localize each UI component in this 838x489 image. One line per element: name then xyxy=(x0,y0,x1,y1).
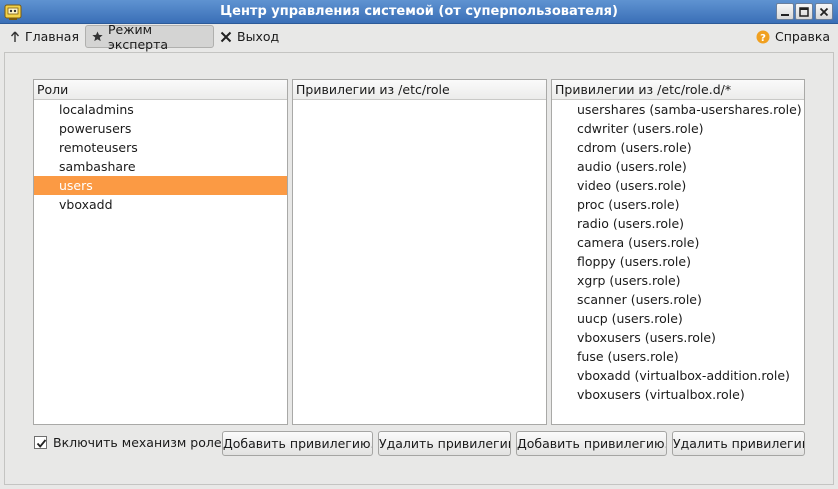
list-item[interactable]: sambashare xyxy=(34,157,287,176)
maximize-button[interactable] xyxy=(795,3,813,20)
list-item[interactable]: cdrom (users.role) xyxy=(552,138,804,157)
home-label: Главная xyxy=(25,29,79,44)
list-item[interactable]: floppy (users.role) xyxy=(552,252,804,271)
list-item[interactable]: vboxusers (virtualbox.role) xyxy=(552,385,804,404)
enable-roles-label: Включить механизм ролей xyxy=(53,435,230,450)
list-item[interactable]: audio (users.role) xyxy=(552,157,804,176)
role-d-list: usershares (samba-usershares.role) cdwrit… xyxy=(552,100,804,404)
star-icon xyxy=(92,31,103,42)
window-title: Центр управления системой (от суперпольз… xyxy=(220,4,618,19)
exit-button[interactable]: Выход xyxy=(214,25,285,48)
list-item[interactable]: radio (users.role) xyxy=(552,214,804,233)
close-x-icon xyxy=(220,31,232,42)
svg-text:?: ? xyxy=(760,33,766,44)
list-item[interactable]: camera (users.role) xyxy=(552,233,804,252)
remove-privilege-button-1[interactable]: Удалить привилегию xyxy=(378,431,511,456)
help-button[interactable]: ? Справка xyxy=(750,25,836,48)
home-button[interactable]: Главная xyxy=(4,25,85,48)
list-item[interactable]: vboxadd xyxy=(34,195,287,214)
list-item[interactable]: fuse (users.role) xyxy=(552,347,804,366)
list-item[interactable]: video (users.role) xyxy=(552,176,804,195)
list-item[interactable]: vboxadd (virtualbox-addition.role) xyxy=(552,366,804,385)
help-label: Справка xyxy=(775,29,831,44)
add-privilege-button-1[interactable]: Добавить привилегию... xyxy=(222,431,373,456)
role-d-header[interactable]: Привилегии из /etc/role.d/* xyxy=(552,80,804,100)
expert-mode-button[interactable]: Режим эксперта xyxy=(85,22,214,52)
list-item[interactable]: vboxusers (users.role) xyxy=(552,328,804,347)
expert-mode-label: Режим эксперта xyxy=(108,21,169,52)
list-item[interactable]: usershares (samba-usershares.role) xyxy=(552,100,804,119)
etc-role-panel: Привилегии из /etc/role xyxy=(292,79,547,425)
enable-roles-checkbox[interactable] xyxy=(34,436,47,449)
list-item[interactable]: uucp (users.role) xyxy=(552,309,804,328)
etc-role-header[interactable]: Привилегии из /etc/role xyxy=(293,80,546,100)
list-item[interactable]: remoteusers xyxy=(34,138,287,157)
remove-privilege-button-2[interactable]: Удалить привилегию xyxy=(672,431,805,456)
roles-list: localadmins powerusers remoteusers sambasha… xyxy=(34,100,287,214)
list-item[interactable]: localadmins xyxy=(34,100,287,119)
maximize-icon xyxy=(799,7,809,17)
add-privilege-button-2[interactable]: Добавить привилегию... xyxy=(516,431,667,456)
arrow-up-icon xyxy=(10,31,20,42)
minimize-button[interactable] xyxy=(776,3,794,20)
close-icon xyxy=(819,7,829,17)
list-item[interactable]: xgrp (users.role) xyxy=(552,271,804,290)
list-item[interactable]: users xyxy=(34,176,287,195)
title-bar[interactable]: Центр управления системой (от суперпольз… xyxy=(0,0,838,24)
list-item[interactable]: cdwriter (users.role) xyxy=(552,119,804,138)
minimize-icon xyxy=(781,14,789,16)
list-item[interactable]: proc (users.role) xyxy=(552,195,804,214)
list-item[interactable]: powerusers xyxy=(34,119,287,138)
checkmark-icon xyxy=(36,439,47,448)
roles-panel: Роли localadmins powerusers remoteusers sam… xyxy=(33,79,288,425)
role-d-panel: Привилегии из /etc/role.d/* usershares (… xyxy=(551,79,805,425)
roles-header[interactable]: Роли xyxy=(34,80,287,100)
exit-label: Выход xyxy=(237,29,280,44)
toolbar: Главная Режим эксперта Выход ? Справка xyxy=(0,22,838,52)
enable-roles-option[interactable]: Включить механизм ролей xyxy=(34,435,230,450)
help-icon: ? xyxy=(756,30,770,44)
list-item[interactable]: scanner (users.role) xyxy=(552,290,804,309)
close-window-button[interactable] xyxy=(815,3,833,20)
